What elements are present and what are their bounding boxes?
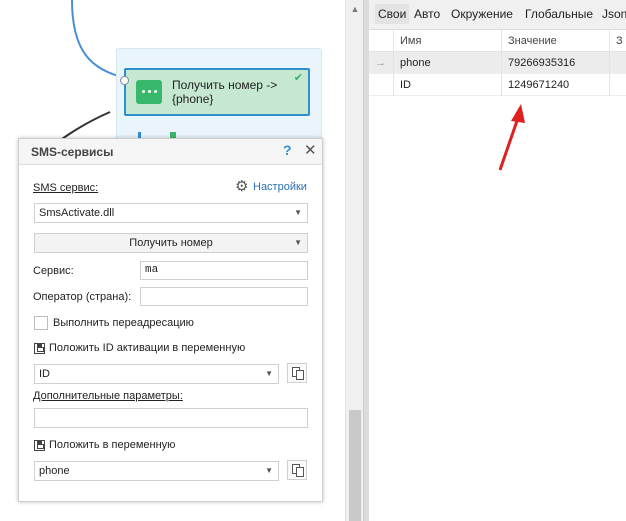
row-marker-icon: → [375, 57, 386, 69]
get-number-node[interactable]: Получить номер -> {phone} ✔ [120, 68, 310, 116]
dialog-title: SMS-сервисы [31, 145, 114, 159]
copy-icon [296, 467, 304, 477]
scroll-up-icon[interactable]: ▲ [346, 2, 364, 16]
chevron-down-icon: ▼ [265, 466, 273, 475]
save-id-label: Положить ID активации в переменную [49, 342, 246, 354]
table-row[interactable]: ID 1249671240 [369, 74, 626, 96]
tab-auto[interactable]: Авто [414, 7, 440, 21]
copy-icon [296, 370, 304, 380]
workflow-canvas[interactable]: Получить номер -> {phone} ✔ SMS-сервисы … [0, 0, 345, 521]
grid-header: Имя Значение З [369, 30, 626, 52]
save-icon [34, 440, 45, 451]
grid-line [501, 30, 502, 96]
chevron-down-icon: ▼ [294, 238, 302, 247]
id-variable-value: ID [39, 368, 50, 380]
operator-label: Оператор (страна): [33, 291, 132, 303]
variable-name: phone [400, 57, 431, 69]
copy-button[interactable] [287, 363, 307, 383]
chevron-down-icon: ▼ [265, 369, 273, 378]
sms-services-dialog: SMS-сервисы ? ✕ SMS сервис: ⚙ Настройки … [18, 138, 323, 502]
sms-service-select[interactable]: SmsActivate.dll ▼ [34, 203, 308, 223]
settings-link[interactable]: Настройки [253, 181, 307, 193]
close-icon[interactable]: ✕ [304, 141, 317, 159]
copy-button[interactable] [287, 460, 307, 480]
phone-variable-value: phone [39, 465, 70, 477]
phone-variable-select[interactable]: phone ▼ [34, 461, 279, 481]
service-input[interactable]: ma [140, 261, 308, 280]
table-row[interactable]: → phone 79266935316 [369, 52, 626, 74]
node-title: Получить номер -> {phone} [172, 78, 278, 106]
action-dropdown-button[interactable]: Получить номер ▼ [34, 233, 308, 253]
variable-value: 79266935316 [508, 57, 576, 69]
operator-input[interactable] [140, 287, 308, 306]
column-third[interactable]: З [616, 30, 623, 52]
tab-json[interactable]: Json [602, 7, 626, 21]
service-label: Сервис: [33, 265, 74, 277]
extra-params-label: Дополнительные параметры: [33, 390, 183, 402]
sms-service-label: SMS сервис: [33, 182, 99, 194]
sms-service-value: SmsActivate.dll [39, 207, 115, 219]
id-variable-select[interactable]: ID ▼ [34, 364, 279, 384]
sms-icon [136, 80, 162, 104]
save-to-var-label: Положить в переменную [49, 439, 176, 451]
redirect-checkbox[interactable] [34, 316, 48, 330]
column-name[interactable]: Имя [400, 30, 421, 52]
variables-panel: Свои Авто Окружение Глобальные Json Имя … [369, 0, 626, 521]
dialog-body: SMS сервис: ⚙ Настройки SmsActivate.dll … [19, 164, 322, 501]
canvas-scrollbar[interactable]: ▲ [345, 0, 363, 521]
grid-line [609, 30, 610, 96]
extra-params-input[interactable] [34, 408, 308, 428]
input-port[interactable] [120, 76, 129, 85]
chevron-down-icon: ▼ [294, 208, 302, 217]
variable-name: ID [400, 79, 411, 91]
variable-value: 1249671240 [508, 79, 570, 91]
action-value: Получить номер [129, 237, 213, 249]
tab-global[interactable]: Глобальные [525, 7, 593, 21]
column-value[interactable]: Значение [508, 30, 557, 52]
gear-icon[interactable]: ⚙ [235, 179, 248, 194]
redirect-label: Выполнить переадресацию [53, 317, 194, 329]
tab-own[interactable]: Свои [375, 4, 410, 24]
grid-line [393, 30, 394, 96]
tab-environment[interactable]: Окружение [451, 7, 513, 21]
save-icon [34, 343, 45, 354]
variables-tabs: Свои Авто Окружение Глобальные Json [369, 0, 626, 30]
help-icon[interactable]: ? [283, 142, 292, 158]
scroll-thumb[interactable] [349, 410, 361, 521]
check-icon: ✔ [293, 72, 303, 84]
